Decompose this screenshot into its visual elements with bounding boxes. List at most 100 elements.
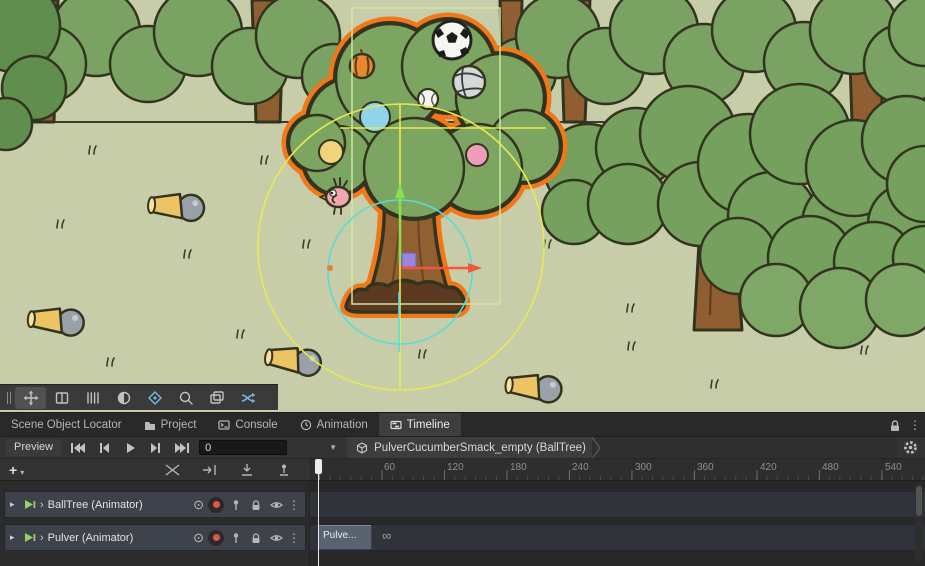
track-name: BallTree (Animator) <box>48 499 143 511</box>
ripple-mode-button[interactable] <box>200 461 220 479</box>
zoom-tool-button[interactable] <box>170 387 201 409</box>
scene-canvas[interactable] <box>0 0 925 412</box>
tab-scene-object-locator[interactable]: Scene Object Locator <box>0 413 133 436</box>
axis-icon <box>147 390 163 406</box>
grid-tool-button[interactable] <box>77 387 108 409</box>
ruler-label: 240 <box>572 462 589 473</box>
transport-controls <box>66 439 194 457</box>
magnifier-icon <box>178 390 194 406</box>
lock-button[interactable] <box>248 530 264 546</box>
playhead[interactable] <box>315 459 322 566</box>
track-menu-kebab-icon[interactable]: ⋮ <box>288 498 300 512</box>
editor-window: Scene Object Locator Project Console Ani… <box>0 0 925 566</box>
frame-field[interactable]: 0 <box>199 440 287 455</box>
next-frame-icon <box>149 442 163 454</box>
timeline-tracks-area: ▸ › BallTree (Animator) ⊙ ⋮ ▸ › Pulver (… <box>0 480 925 566</box>
shuffle-tool-button[interactable] <box>232 387 263 409</box>
breadcrumb-item[interactable]: PulverCucumberSmack_empty (BallTree) <box>347 437 592 459</box>
tab-animation[interactable]: Animation <box>289 413 379 436</box>
animation-track-icon <box>23 531 36 544</box>
plus-icon: + <box>9 463 17 477</box>
marker-toggle-button[interactable] <box>274 461 294 479</box>
breadcrumb-chevron-icon <box>592 437 601 459</box>
timeline-ruler[interactable]: 60 120 180 240 300 360 420 480 540 <box>310 459 925 481</box>
lock-icon[interactable] <box>889 419 901 432</box>
tab-console[interactable]: Console <box>207 413 288 436</box>
object-picker-icon[interactable]: ⊙ <box>193 531 204 544</box>
move-tool-button[interactable] <box>15 387 46 409</box>
mix-mode-button[interactable] <box>163 461 183 479</box>
edit-modes <box>163 459 294 481</box>
playrange-dropdown-icon[interactable]: ▾ <box>325 442 341 453</box>
window-tab-bar: Scene Object Locator Project Console Ani… <box>0 412 925 436</box>
play-button[interactable] <box>118 439 142 457</box>
next-frame-button[interactable] <box>144 439 168 457</box>
grid-icon <box>85 390 101 406</box>
ruler-label: 480 <box>822 462 839 473</box>
replace-mode-button[interactable] <box>237 461 257 479</box>
breadcrumb: PulverCucumberSmack_empty (BallTree) <box>347 437 897 459</box>
sphere-tool-button[interactable] <box>108 387 139 409</box>
ripple-mode-icon <box>201 463 219 477</box>
record-button[interactable] <box>208 497 224 513</box>
marker-pin-icon <box>275 463 293 477</box>
eye-icon <box>270 532 283 544</box>
record-button[interactable] <box>208 530 224 546</box>
mix-mode-icon <box>164 463 182 477</box>
tab-project[interactable]: Project <box>133 413 208 436</box>
timeline-icon <box>390 419 402 431</box>
ruler-label: 180 <box>510 462 527 473</box>
record-dot <box>213 501 220 508</box>
track-header-balltree[interactable]: ▸ › BallTree (Animator) ⊙ ⋮ <box>4 491 306 518</box>
rect-tool-button[interactable] <box>46 387 77 409</box>
goto-end-button[interactable] <box>170 439 194 457</box>
scene-toolbar <box>0 384 278 410</box>
tab-label: Scene Object Locator <box>11 419 122 431</box>
timeline-playback-bar: Preview 0 ▾ PulverCucumberSmack_empty <box>0 436 925 458</box>
track-menu-kebab-icon[interactable]: ⋮ <box>288 531 300 545</box>
layers-tool-button[interactable] <box>201 387 232 409</box>
pin-button[interactable] <box>228 530 244 546</box>
scene-viewport[interactable] <box>0 0 925 412</box>
foldout-icon[interactable]: ▸ <box>10 499 19 510</box>
tab-label: Timeline <box>407 419 450 431</box>
track-lane[interactable] <box>310 491 925 518</box>
cube-icon <box>356 442 368 454</box>
soccer-ball-sprite[interactable] <box>433 21 471 59</box>
goto-start-button[interactable] <box>66 439 90 457</box>
pin-button[interactable] <box>228 497 244 513</box>
foldout-icon[interactable]: ▸ <box>10 532 19 543</box>
previous-frame-button[interactable] <box>92 439 116 457</box>
lock-icon <box>250 532 262 544</box>
lock-icon <box>250 499 262 511</box>
tab-menu-kebab-icon[interactable]: ⋮ <box>909 418 921 432</box>
track-name: Pulver (Animator) <box>48 532 134 544</box>
tab-label: Animation <box>317 419 368 431</box>
visibility-button[interactable] <box>268 530 284 546</box>
move-icon <box>23 390 39 406</box>
goto-start-icon <box>70 442 86 454</box>
add-track-button[interactable]: + ▾ <box>9 463 24 477</box>
previous-frame-icon <box>97 442 111 454</box>
object-picker-icon[interactable]: ⊙ <box>193 498 204 511</box>
timeline-settings-button[interactable] <box>897 437 923 459</box>
ruler-label: 540 <box>885 462 902 473</box>
tracks-scrollbar[interactable] <box>915 484 923 562</box>
toolbar-drag-handle[interactable] <box>3 387 15 409</box>
tab-timeline[interactable]: Timeline <box>379 413 461 436</box>
ruler-label: 120 <box>447 462 464 473</box>
track-lane[interactable] <box>310 524 925 551</box>
axis-tool-button[interactable] <box>139 387 170 409</box>
track-header-pulver[interactable]: ▸ › Pulver (Animator) ⊙ ⋮ <box>4 524 306 551</box>
scrollbar-thumb[interactable] <box>916 486 922 516</box>
lock-button[interactable] <box>248 497 264 513</box>
preview-toggle-button[interactable]: Preview <box>6 439 61 456</box>
visibility-button[interactable] <box>268 497 284 513</box>
gear-icon <box>903 440 918 455</box>
console-icon <box>218 419 230 431</box>
ruler-label: 360 <box>697 462 714 473</box>
shuffle-icon <box>240 390 256 406</box>
animation-clip[interactable]: Pulve... <box>318 525 372 550</box>
playhead-handle[interactable] <box>315 459 322 474</box>
animation-track-icon <box>23 498 36 511</box>
